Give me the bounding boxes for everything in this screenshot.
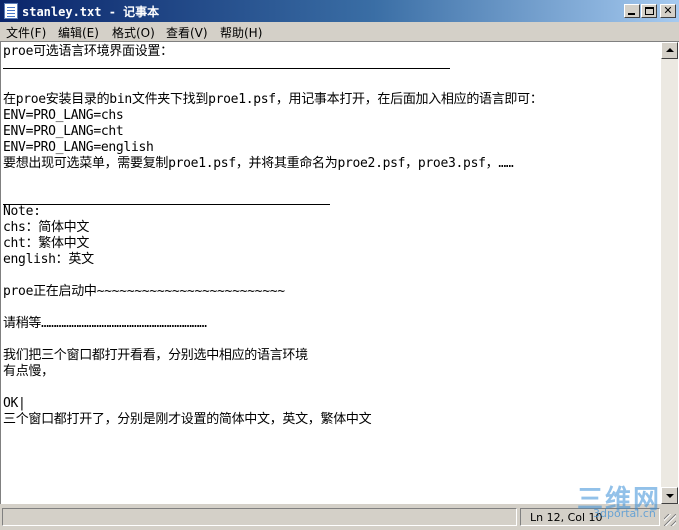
status-panel-main xyxy=(2,508,517,526)
text-line: chs：简体中文 xyxy=(3,220,90,235)
cursor-position: Ln 12, Col 10 xyxy=(530,511,603,524)
maximize-button[interactable] xyxy=(641,4,657,18)
close-icon: ✕ xyxy=(663,4,673,17)
text-line: cht：繁体中文 xyxy=(3,236,90,251)
menu-file[interactable]: 文件(F) xyxy=(6,24,46,41)
text-line: proe正在启动中~~~~~~~~~~~~~~~~~~~~~~~~~ xyxy=(3,284,285,299)
notepad-icon[interactable] xyxy=(4,3,18,19)
menu-bar: 文件(F) 编辑(E) 格式(O) 查看(V) 帮助(H) xyxy=(0,22,679,41)
text-line: OK| xyxy=(3,396,26,411)
status-bar: Ln 12, Col 10 xyxy=(0,504,679,530)
menu-help[interactable]: 帮助(H) xyxy=(220,24,262,41)
scroll-down-button[interactable] xyxy=(661,487,678,504)
text-line: ENV=PRO_LANG=cht xyxy=(3,124,124,139)
text-line: 在proe安装目录的bin文件夹下找到proe1.psf，用记事本打开，在后面加… xyxy=(3,92,543,107)
separator-line xyxy=(3,204,330,205)
menu-view[interactable]: 查看(V) xyxy=(166,24,208,41)
text-editor[interactable]: proe可选语言环境界面设置： 在proe安装目录的bin文件夹下找到proe1… xyxy=(0,41,679,504)
window-title: stanley.txt - 记事本 xyxy=(22,5,160,19)
text-line: ENV=PRO_LANG=english xyxy=(3,140,154,155)
text-line: 三个窗口都打开了，分别是刚才设置的简体中文，英文，繁体中文 xyxy=(3,412,372,427)
text-line: english：英文 xyxy=(3,252,94,267)
text-line: 有点慢， xyxy=(3,364,54,379)
arrow-up-icon xyxy=(666,48,674,52)
text-line: proe可选语言环境界面设置： xyxy=(3,44,173,59)
text-line: 我们把三个窗口都打开看看，分别选中相应的语言环境 xyxy=(3,348,308,363)
text-line: 请稍等………………………………………………………… xyxy=(3,316,207,331)
menu-edit[interactable]: 编辑(E) xyxy=(58,24,99,41)
minimize-button[interactable] xyxy=(624,4,640,18)
minimize-icon xyxy=(628,13,635,15)
text-line: ENV=PRO_LANG=chs xyxy=(3,108,124,123)
scroll-up-button[interactable] xyxy=(661,42,678,59)
vertical-scrollbar[interactable] xyxy=(661,42,678,504)
notepad-window: stanley.txt - 记事本 ✕ 文件(F) 编辑(E) 格式(O) 查看… xyxy=(0,0,679,530)
text-line: 要想出现可选菜单，需要复制proe1.psf，并将其重命名为proe2.psf，… xyxy=(3,156,514,171)
status-panel-position: Ln 12, Col 10 xyxy=(520,508,660,526)
maximize-icon xyxy=(645,7,654,15)
text-line: Note: xyxy=(3,204,41,219)
arrow-down-icon xyxy=(666,494,674,498)
menu-format[interactable]: 格式(O) xyxy=(112,24,155,41)
separator-line xyxy=(3,68,450,69)
resize-grip-icon[interactable] xyxy=(664,514,676,526)
close-button[interactable]: ✕ xyxy=(660,4,676,18)
title-bar[interactable]: stanley.txt - 记事本 ✕ xyxy=(0,0,679,22)
